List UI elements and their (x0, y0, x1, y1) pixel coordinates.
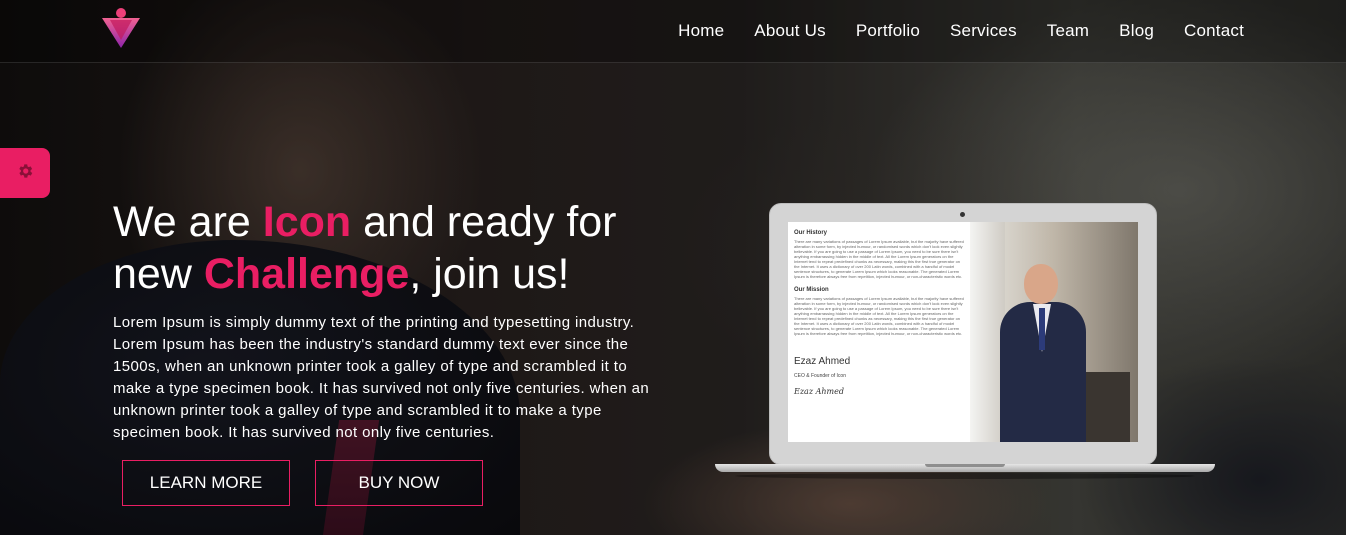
history-heading: Our History (794, 230, 828, 236)
mission-text: There are many variations of passages of… (794, 296, 964, 336)
nav-contact[interactable]: Contact (1184, 21, 1244, 41)
photo-person-tie (1039, 308, 1045, 350)
photo-person-head (1024, 264, 1058, 304)
laptop-notch (925, 464, 1005, 467)
laptop-lid: Our History There are many variations of… (769, 203, 1157, 465)
hero-description: Lorem Ipsum is simply dummy text of the … (113, 314, 650, 441)
photo-sofa (1080, 372, 1130, 442)
hero-content: We are Icon and ready for new Challenge,… (113, 196, 673, 444)
ceo-role: CEO & Founder of Icon (794, 373, 846, 379)
hero-title: We are Icon and ready for new Challenge,… (113, 196, 673, 300)
laptop-screen: Our History There are many variations of… (788, 222, 1138, 442)
ceo-photo (970, 222, 1138, 442)
ceo-signature: Ezaz Ahmed (794, 387, 844, 396)
main-nav: Home About Us Portfolio Services Team Bl… (648, 0, 1244, 62)
buy-now-button[interactable]: BUY NOW (315, 460, 483, 506)
learn-more-button[interactable]: LEARN MORE (122, 460, 290, 506)
gear-icon (16, 162, 34, 185)
nav-home[interactable]: Home (678, 21, 724, 41)
hero-title-highlight-challenge: Challenge (203, 250, 410, 298)
laptop-shadow (735, 473, 1195, 479)
hero-title-text: We are (113, 198, 263, 246)
nav-portfolio[interactable]: Portfolio (856, 21, 920, 41)
laptop-camera (960, 212, 965, 217)
settings-toggle-button[interactable] (0, 148, 50, 198)
hero-title-text: , join us! (409, 250, 570, 298)
triangle-logo-icon[interactable] (100, 6, 142, 50)
mission-heading: Our Mission (794, 287, 829, 293)
laptop-mockup: Our History There are many variations of… (715, 203, 1215, 479)
hero-title-highlight-icon: Icon (262, 198, 352, 246)
nav-blog[interactable]: Blog (1119, 21, 1154, 41)
screen-text-column: Our History There are many variations of… (788, 222, 970, 442)
ceo-name: Ezaz Ahmed (794, 356, 851, 367)
nav-services[interactable]: Services (950, 21, 1017, 41)
nav-about-us[interactable]: About Us (754, 21, 826, 41)
site-header: Home About Us Portfolio Services Team Bl… (0, 0, 1346, 63)
nav-team[interactable]: Team (1047, 21, 1089, 41)
history-text: There are many variations of passages of… (794, 239, 964, 279)
